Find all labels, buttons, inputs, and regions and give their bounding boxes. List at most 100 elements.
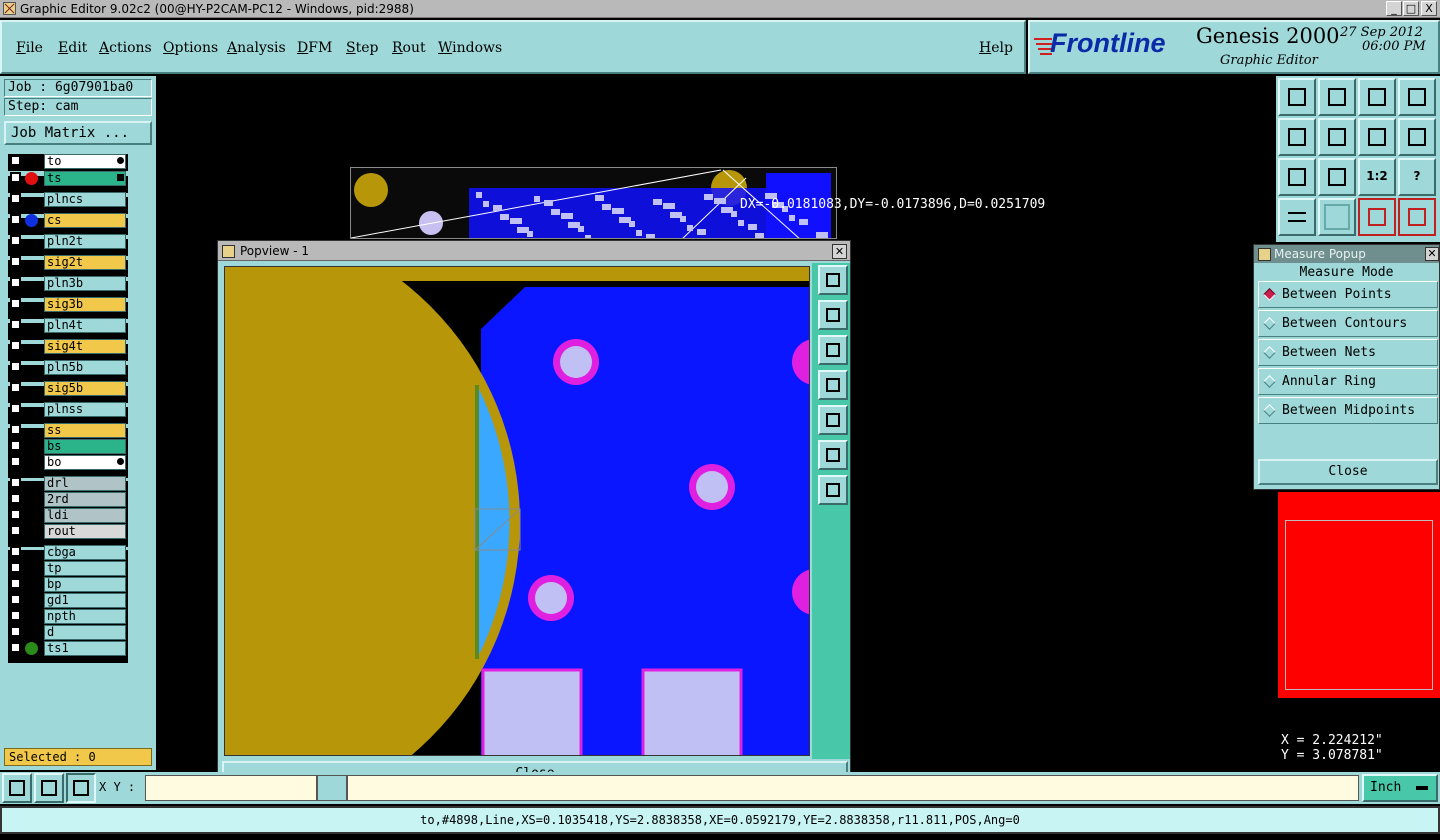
layer-row-pln2t[interactable]: pln2t	[8, 234, 128, 249]
layer-name[interactable]: bs	[44, 439, 126, 454]
close-window-button[interactable]: X	[1421, 1, 1437, 16]
layer-name[interactable]: ts1	[44, 641, 126, 656]
help-tool-button[interactable]: ?	[1398, 158, 1436, 196]
layer-checkbox[interactable]	[10, 193, 21, 204]
popview-pan-right-button[interactable]	[818, 405, 848, 435]
layer-row-d[interactable]: d	[8, 625, 128, 640]
measure-option-between-points[interactable]: Between Points	[1258, 281, 1438, 308]
layer-checkbox[interactable]	[10, 477, 21, 488]
layer-name[interactable]: sig3b	[44, 297, 126, 312]
menu-step[interactable]: Step	[346, 40, 378, 56]
popview-pan-down-button[interactable]	[818, 335, 848, 365]
layer-row-bo[interactable]: bo	[8, 455, 128, 470]
measure-close-icon[interactable]: ✕	[1425, 247, 1439, 261]
grid-button[interactable]	[1318, 198, 1356, 236]
layer-checkbox[interactable]	[10, 424, 21, 435]
layer-name[interactable]: npth	[44, 609, 126, 624]
menu-dfm[interactable]: DFM	[297, 40, 332, 56]
popview-canvas[interactable]	[224, 266, 810, 756]
layer-row-rout[interactable]: rout	[8, 524, 128, 539]
layer-row-sig3b[interactable]: sig3b	[8, 297, 128, 312]
layer-checkbox[interactable]	[10, 277, 21, 288]
popview-pan-up-button[interactable]	[818, 300, 848, 330]
layer-row-ldi[interactable]: ldi	[8, 508, 128, 523]
layer-row-cs[interactable]: cs	[8, 213, 128, 228]
layer-checkbox[interactable]	[10, 493, 21, 504]
xy-input[interactable]	[145, 775, 317, 801]
layer-name[interactable]: ts	[44, 171, 126, 186]
layer-row-sig5b[interactable]: sig5b	[8, 381, 128, 396]
layer-row-pln4t[interactable]: pln4t	[8, 318, 128, 333]
measure-option-between-midpoints[interactable]: Between Midpoints	[1258, 397, 1438, 424]
layer-checkbox[interactable]	[10, 340, 21, 351]
xy-mode-button[interactable]	[317, 775, 347, 801]
layer-name[interactable]: plnss	[44, 402, 126, 417]
layer-name[interactable]: sig4t	[44, 339, 126, 354]
job-matrix-button[interactable]: Job Matrix ...	[4, 121, 152, 145]
redraw-button[interactable]	[1398, 118, 1436, 156]
popview-close-icon[interactable]: ✕	[832, 244, 847, 259]
layer-checkbox[interactable]	[10, 256, 21, 267]
layer-row-drl[interactable]: drl	[8, 476, 128, 491]
layer-name[interactable]: rout	[44, 524, 126, 539]
layer-name[interactable]: pln5b	[44, 360, 126, 375]
layer-checkbox[interactable]	[10, 298, 21, 309]
layer-checkbox[interactable]	[10, 440, 21, 451]
minimize-button[interactable]: _	[1386, 1, 1402, 16]
zoom-window-button[interactable]	[1398, 78, 1436, 116]
menu-rout[interactable]: Rout	[392, 40, 426, 56]
layer-checkbox[interactable]	[10, 403, 21, 414]
layer-row-pln3b[interactable]: pln3b	[8, 276, 128, 291]
zoom-in-button[interactable]	[1278, 158, 1316, 196]
unit-select[interactable]: Inch	[1362, 774, 1438, 802]
menu-analysis[interactable]: Analysis	[227, 40, 286, 56]
zoom-ratio-button[interactable]: 1:2	[1358, 158, 1396, 196]
measure-tool-button[interactable]	[1278, 198, 1316, 236]
popview-zoom-in-button[interactable]	[818, 440, 848, 470]
layer-name[interactable]: sig5b	[44, 381, 126, 396]
popview-zoom-out-button[interactable]	[818, 475, 848, 505]
pan-up-button[interactable]	[1318, 78, 1356, 116]
zoom-board-button[interactable]	[1358, 78, 1396, 116]
maximize-button[interactable]: □	[1403, 1, 1419, 16]
layer-checkbox[interactable]	[10, 214, 21, 225]
pan-left-button[interactable]	[1278, 118, 1316, 156]
layer-name[interactable]: d	[44, 625, 126, 640]
popview-fit-button[interactable]	[818, 265, 848, 295]
layer-checkbox[interactable]	[10, 525, 21, 536]
layer-checkbox[interactable]	[10, 319, 21, 330]
layer-row-bp[interactable]: bp	[8, 577, 128, 592]
layer-name[interactable]: cs	[44, 213, 126, 228]
measure-option-between-contours[interactable]: Between Contours	[1258, 310, 1438, 337]
layer-row-sig2t[interactable]: sig2t	[8, 255, 128, 270]
layer-row-npth[interactable]: npth	[8, 609, 128, 624]
pan-right-button[interactable]	[1318, 118, 1356, 156]
layer-checkbox[interactable]	[10, 382, 21, 393]
layer-checkbox[interactable]	[10, 610, 21, 621]
measure-option-annular-ring[interactable]: Annular Ring	[1258, 368, 1438, 395]
menu-actions[interactable]: Actions	[99, 40, 152, 56]
menu-windows[interactable]: Windows	[438, 40, 502, 56]
layer-checkbox[interactable]	[10, 562, 21, 573]
layer-name[interactable]: ss	[44, 423, 126, 438]
layer-row-ss[interactable]: ss	[8, 423, 128, 438]
layer-row-plnss[interactable]: plnss	[8, 402, 128, 417]
layer-checkbox[interactable]	[10, 642, 21, 653]
layer-row-cbga[interactable]: cbga	[8, 545, 128, 560]
zoom-home-button[interactable]	[1278, 78, 1316, 116]
undo-zoom-button[interactable]	[1358, 118, 1396, 156]
layer-name[interactable]: bp	[44, 577, 126, 592]
layer-name[interactable]: cbga	[44, 545, 126, 560]
menu-options[interactable]: Options	[163, 40, 218, 56]
measure-close-button[interactable]: Close	[1258, 459, 1438, 485]
layer-checkbox[interactable]	[10, 578, 21, 589]
layer-checkbox[interactable]	[10, 509, 21, 520]
snap-button[interactable]	[1358, 198, 1396, 236]
layer-name[interactable]: 2rd	[44, 492, 126, 507]
menu-edit[interactable]: Edit	[58, 40, 87, 56]
layer-checkbox[interactable]	[10, 155, 21, 166]
layer-row-plncs[interactable]: plncs	[8, 192, 128, 207]
layer-name[interactable]: gd1	[44, 593, 126, 608]
menu-help[interactable]: Help	[979, 40, 1013, 56]
layer-checkbox[interactable]	[10, 172, 21, 183]
